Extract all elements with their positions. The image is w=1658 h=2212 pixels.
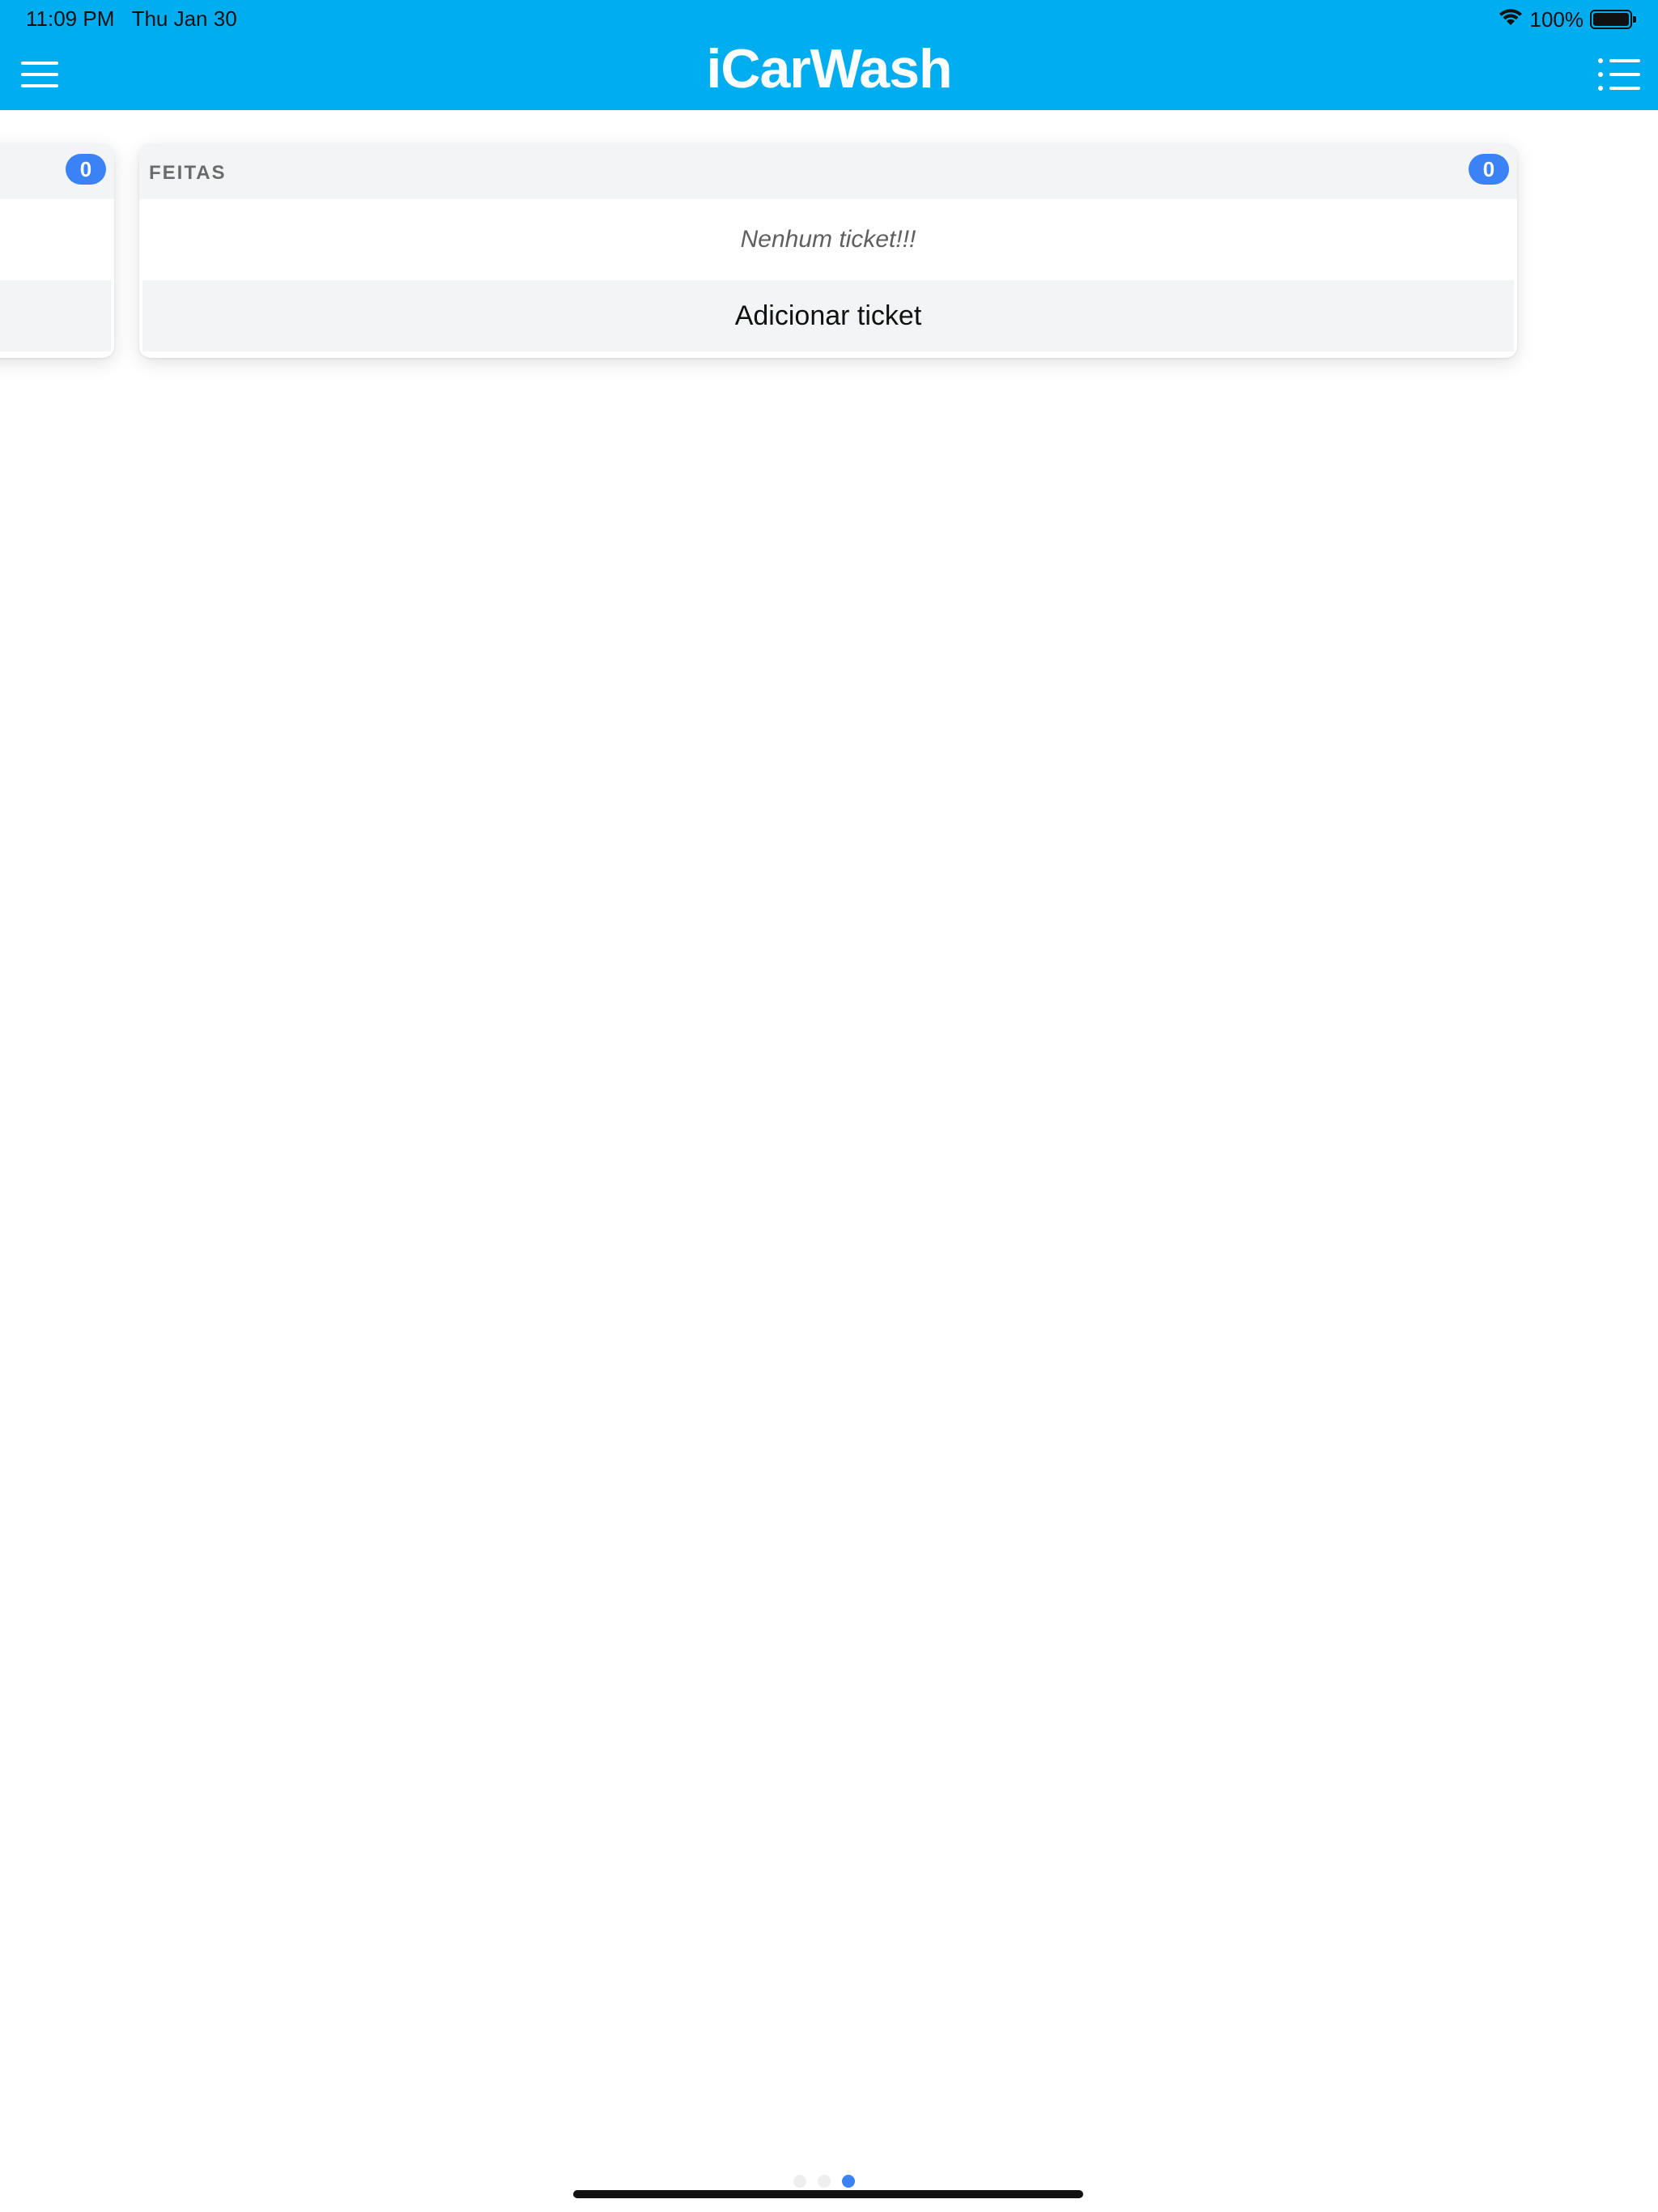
page-dot[interactable]: [818, 2175, 831, 2188]
battery-percent: 100%: [1529, 6, 1584, 32]
status-indicators: 100%: [1498, 6, 1636, 32]
list-icon-row: [1598, 72, 1640, 77]
wifi-icon: [1498, 7, 1524, 32]
list-icon-row: [1598, 86, 1640, 91]
column-header: FEITAS 0: [139, 144, 1517, 199]
page-dot-active[interactable]: [842, 2175, 855, 2188]
empty-state-message: Nenhum ticket!!!: [740, 226, 916, 253]
list-icon-row: [1598, 58, 1640, 63]
column-count-badge: 0: [1469, 154, 1509, 185]
app-title: iCarWash: [706, 38, 952, 100]
page-indicator[interactable]: [793, 2175, 855, 2188]
battery-level: [1593, 13, 1629, 26]
list-view-button[interactable]: [1598, 55, 1640, 94]
column-card: FEITAS 0 Nenhum ticket!!! Adicionar tick…: [139, 144, 1517, 358]
previous-column-count-badge: 0: [66, 154, 106, 185]
column-title: FEITAS: [149, 162, 227, 184]
battery-icon: [1590, 10, 1636, 29]
home-indicator[interactable]: [573, 2190, 1083, 2198]
previous-column-add-button[interactable]: [0, 280, 111, 351]
top-bar: 11:09 PM Thu Jan 30 100% iCarWash: [0, 0, 1658, 110]
status-time: 11:09 PM: [26, 6, 115, 31]
status-time-date: 11:09 PM Thu Jan 30: [26, 6, 237, 32]
page-dot[interactable]: [793, 2175, 806, 2188]
status-date: Thu Jan 30: [131, 6, 237, 31]
add-ticket-button[interactable]: Adicionar ticket: [142, 280, 1514, 351]
previous-column-header: 0: [0, 144, 114, 199]
previous-column-card[interactable]: 0: [0, 144, 114, 358]
